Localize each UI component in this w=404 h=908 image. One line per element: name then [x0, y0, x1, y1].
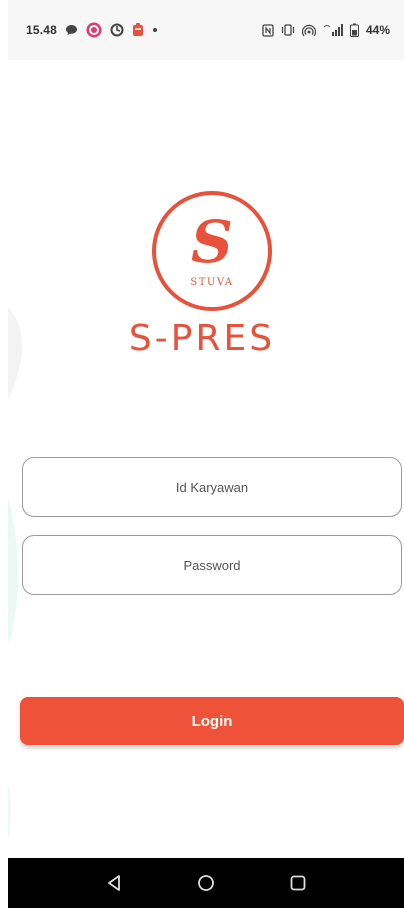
chat-icon — [65, 24, 78, 36]
vibrate-icon — [281, 24, 295, 36]
home-icon[interactable] — [191, 868, 221, 898]
navigation-bar — [8, 858, 404, 908]
battery-icon — [349, 23, 359, 37]
login-button-label: Login — [191, 712, 233, 730]
left-edge — [0, 0, 8, 908]
logo-letter: S — [191, 208, 233, 276]
battery-percent: 44% — [365, 23, 390, 37]
recents-icon[interactable] — [283, 868, 313, 898]
status-bar: 15.48 44% — [8, 0, 404, 60]
dot-icon — [152, 27, 158, 33]
password-input[interactable] — [23, 535, 401, 595]
back-icon[interactable] — [99, 868, 129, 898]
nfc-icon — [262, 23, 274, 37]
app-title: S-PRES — [128, 318, 276, 359]
employee-id-field[interactable] — [22, 457, 402, 517]
app-circle-icon — [86, 22, 102, 38]
employee-id-input[interactable] — [23, 457, 401, 517]
status-time: 15.48 — [26, 23, 58, 37]
app-box-icon — [132, 23, 144, 37]
sync-icon — [110, 23, 124, 37]
signal-icon — [323, 24, 343, 36]
app-logo: S STUVA — [151, 190, 273, 312]
password-field[interactable] — [22, 535, 402, 595]
login-button[interactable]: Login — [20, 697, 404, 745]
logo-subtitle: STUVA — [190, 277, 233, 288]
hotspot-icon — [301, 24, 316, 37]
